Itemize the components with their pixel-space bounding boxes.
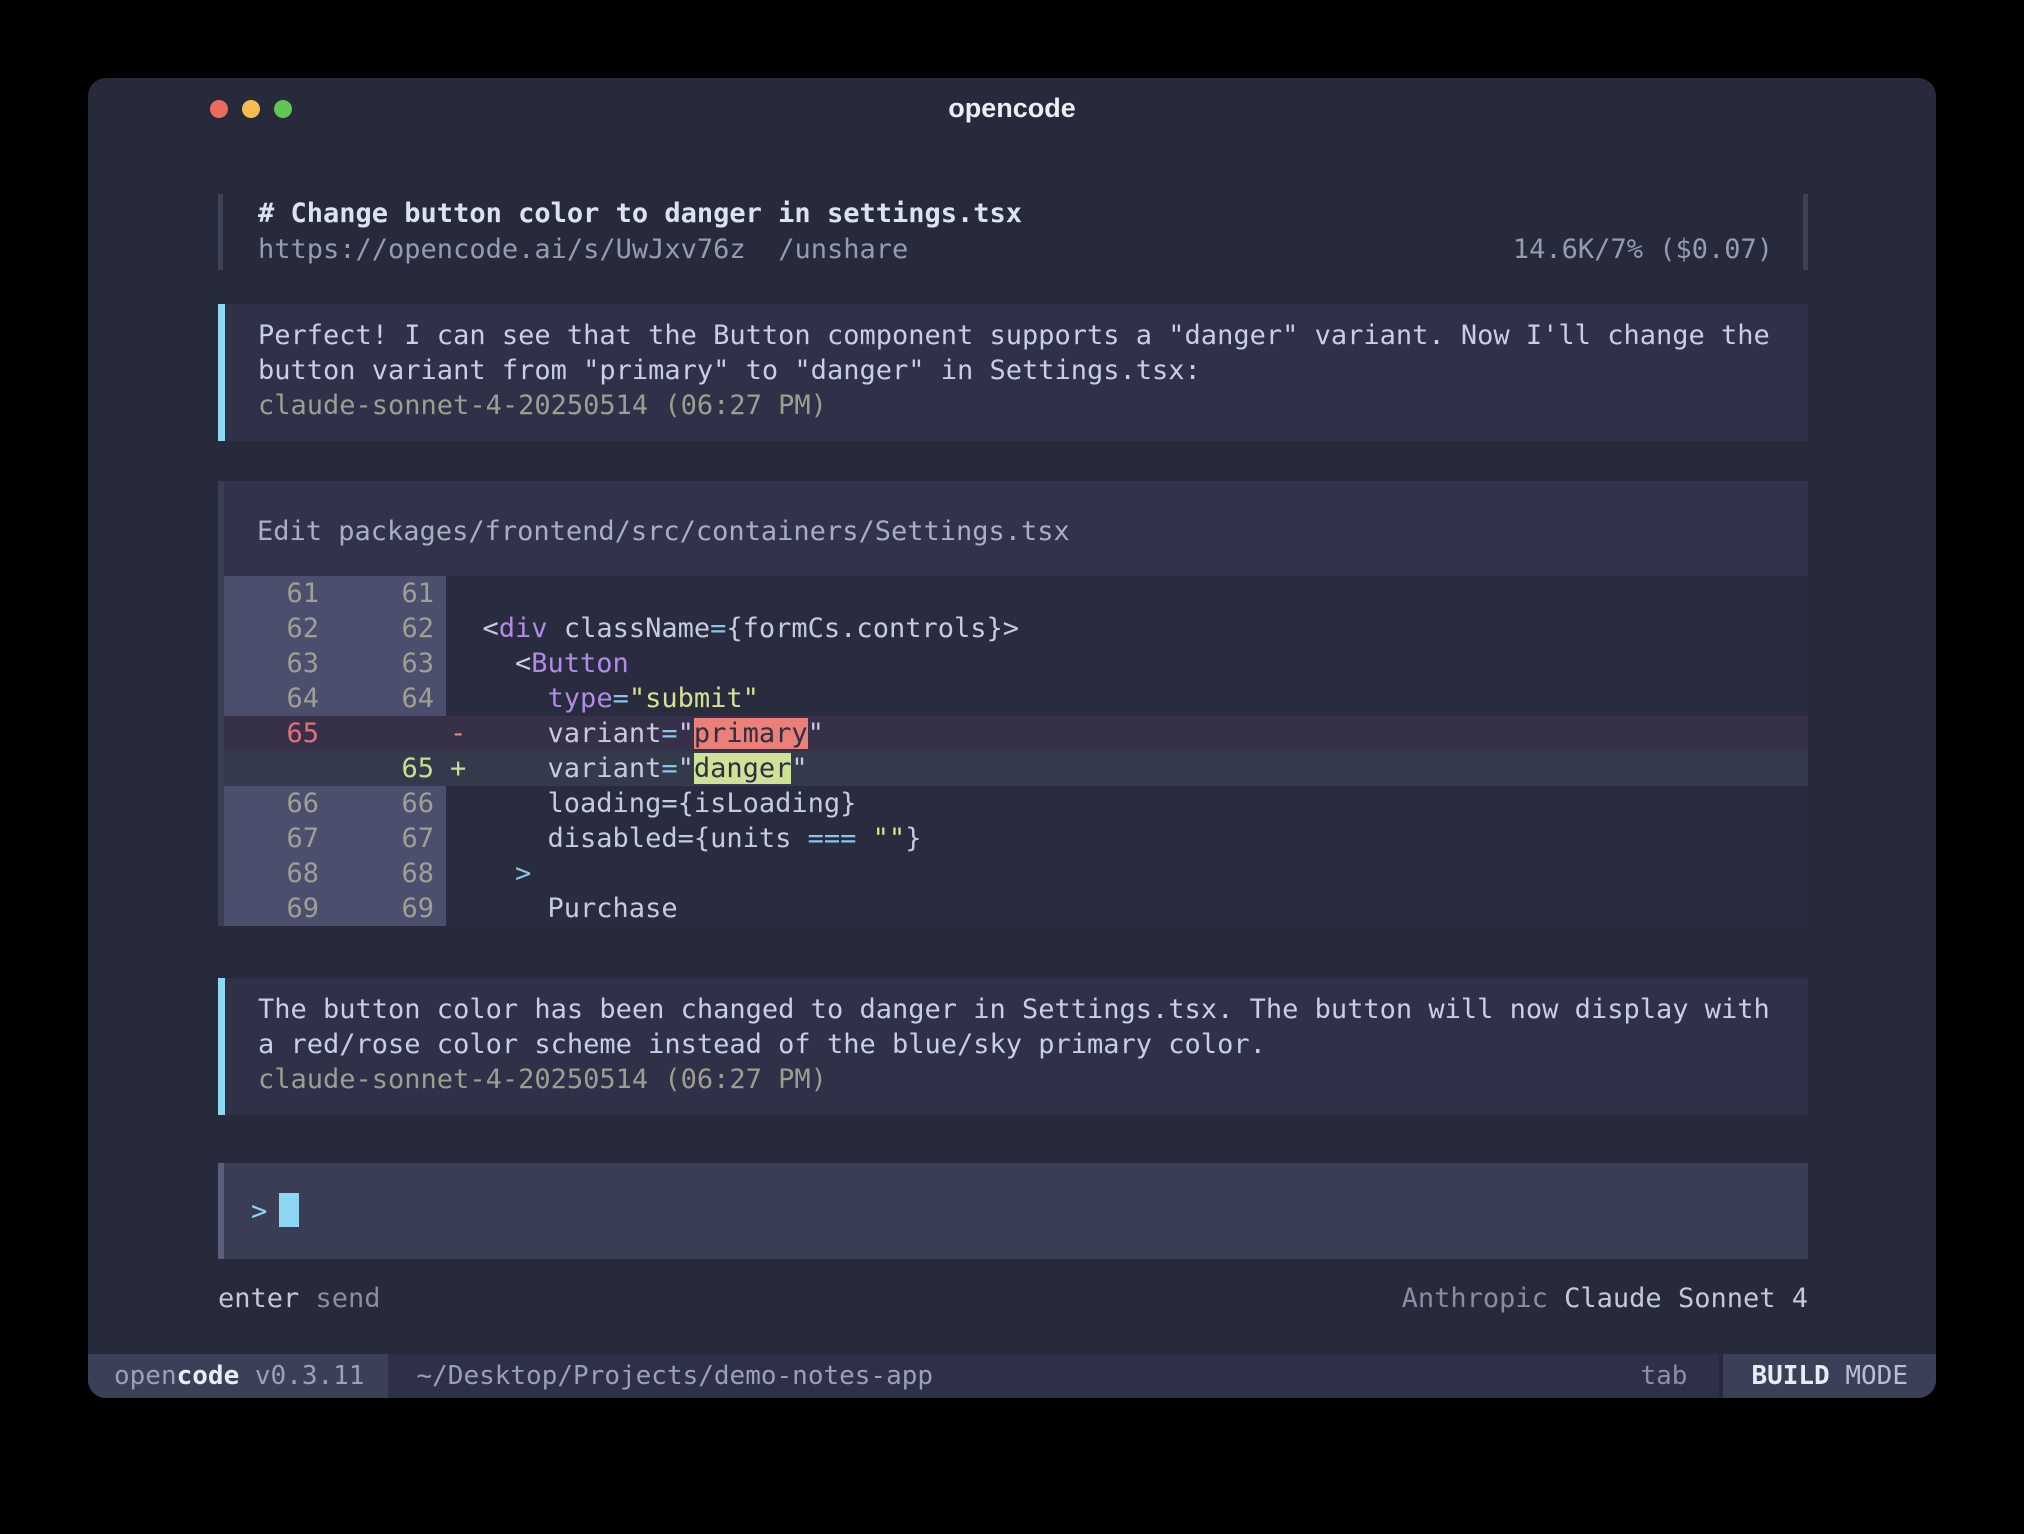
old-line-number: 69	[224, 891, 319, 926]
diff-gutter: 6363	[224, 646, 446, 681]
mode-name: BUILD	[1751, 1361, 1829, 1391]
diff-gutter: 6666	[224, 786, 446, 821]
window-title: opencode	[88, 93, 1936, 124]
working-directory: ~/Desktop/Projects/demo-notes-app	[416, 1361, 933, 1391]
message-text: Perfect! I can see that the Button compo…	[258, 318, 1788, 388]
message-accent-bar	[218, 304, 225, 441]
diff-row: 6666 loading={isLoading}	[224, 786, 1808, 821]
message-text: The button color has been changed to dan…	[258, 992, 1788, 1062]
diff-gutter: 65	[224, 716, 446, 751]
titlebar: opencode	[88, 78, 1936, 138]
old-line-number: 67	[224, 821, 319, 856]
old-line-number: 68	[224, 856, 319, 891]
diff-row: 6868 >	[224, 856, 1808, 891]
opencode-window: opencode # Change button color to danger…	[88, 78, 1936, 1398]
url-gap	[746, 232, 779, 268]
new-line-number: 64	[319, 681, 434, 716]
diff-gutter: 65	[224, 751, 446, 786]
diff-row: 6161	[224, 576, 1808, 611]
app-name-suffix: code	[177, 1361, 240, 1391]
diff-code-line: >	[446, 856, 1808, 891]
status-bar: opencode v0.3.11 ~/Desktop/Projects/demo…	[88, 1354, 1936, 1398]
diff-gutter: 6969	[224, 891, 446, 926]
edit-tool-card: Edit packages/frontend/src/containers/Se…	[218, 481, 1808, 926]
model-label: Claude Sonnet 4	[1564, 1283, 1808, 1314]
diff-gutter: 6767	[224, 821, 446, 856]
diff-code-line: - variant="primary"	[446, 716, 1808, 751]
unshare-command[interactable]: /unshare	[778, 232, 908, 268]
diff-body: 61616262 <div className={formCs.controls…	[224, 576, 1808, 926]
text-cursor	[279, 1193, 299, 1227]
diff-gutter: 6161	[224, 576, 446, 611]
message-meta: claude-sonnet-4-20250514 (06:27 PM)	[258, 388, 1788, 423]
enter-key-hint: enter	[218, 1281, 299, 1316]
diff-gutter: 6464	[224, 681, 446, 716]
old-line-number: 66	[224, 786, 319, 821]
mode-indicator[interactable]: BUILD MODE	[1719, 1354, 1936, 1398]
new-line-number: 65	[319, 751, 434, 786]
diff-code-line: <div className={formCs.controls}>	[446, 611, 1808, 646]
assistant-message-2: The button color has been changed to dan…	[218, 978, 1808, 1115]
diff-row: 65 + variant="danger"	[224, 751, 1808, 786]
diff-row: 6464 type="submit"	[224, 681, 1808, 716]
diff-row: 65 - variant="primary"	[224, 716, 1808, 751]
new-line-number: 66	[319, 786, 434, 821]
app-name-prefix: open	[114, 1361, 177, 1391]
new-line-number: 62	[319, 611, 434, 646]
session-title: # Change button color to danger in setti…	[258, 196, 1803, 232]
enter-action-hint: send	[299, 1281, 380, 1316]
new-line-number: 69	[319, 891, 434, 926]
tab-key-hint: tab	[1640, 1361, 1719, 1391]
app-version: v0.3.11	[239, 1361, 364, 1391]
diff-row: 6363 <Button	[224, 646, 1808, 681]
share-url[interactable]: https://opencode.ai/s/UwJxv76z	[258, 232, 746, 268]
header-right-bar	[1803, 194, 1808, 270]
old-line-number: 63	[224, 646, 319, 681]
diff-code-line: Purchase	[446, 891, 1808, 926]
assistant-message-1: Perfect! I can see that the Button compo…	[218, 304, 1808, 441]
prompt-symbol: >	[251, 1196, 267, 1227]
new-line-number: 68	[319, 856, 434, 891]
old-line-number: 62	[224, 611, 319, 646]
mode-suffix: MODE	[1830, 1361, 1908, 1391]
diff-row: 6262 <div className={formCs.controls}>	[224, 611, 1808, 646]
diff-code-line: type="submit"	[446, 681, 1808, 716]
chat-input[interactable]: >	[218, 1163, 1808, 1259]
old-line-number: 61	[224, 576, 319, 611]
old-line-number: 65	[224, 716, 319, 751]
diff-gutter: 6868	[224, 856, 446, 891]
new-line-number: 63	[319, 646, 434, 681]
edit-card-header: Edit packages/frontend/src/containers/Se…	[224, 481, 1808, 576]
diff-code-line: + variant="danger"	[446, 751, 1808, 786]
diff-gutter: 6262	[224, 611, 446, 646]
diff-code-line: loading={isLoading}	[446, 786, 1808, 821]
diff-row: 6767 disabled={units === ""}	[224, 821, 1808, 856]
diff-code-line: <Button	[446, 646, 1808, 681]
old-line-number: 64	[224, 681, 319, 716]
new-line-number	[319, 716, 434, 751]
diff-code-line	[446, 576, 1808, 611]
diff-row: 6969 Purchase	[224, 891, 1808, 926]
main-content: # Change button color to danger in setti…	[218, 138, 1808, 1354]
app-version-chip: opencode v0.3.11	[88, 1354, 388, 1398]
new-line-number: 67	[319, 821, 434, 856]
session-header: # Change button color to danger in setti…	[218, 194, 1808, 270]
message-meta: claude-sonnet-4-20250514 (06:27 PM)	[258, 1062, 1788, 1097]
keybind-hints: enter send Anthropic Claude Sonnet 4	[218, 1281, 1808, 1316]
context-stats: 14.6K/7% ($0.07)	[1513, 232, 1803, 268]
new-line-number: 61	[319, 576, 434, 611]
provider-label: Anthropic	[1402, 1283, 1565, 1314]
message-accent-bar	[218, 978, 225, 1115]
old-line-number	[224, 751, 319, 786]
diff-code-line: disabled={units === ""}	[446, 821, 1808, 856]
